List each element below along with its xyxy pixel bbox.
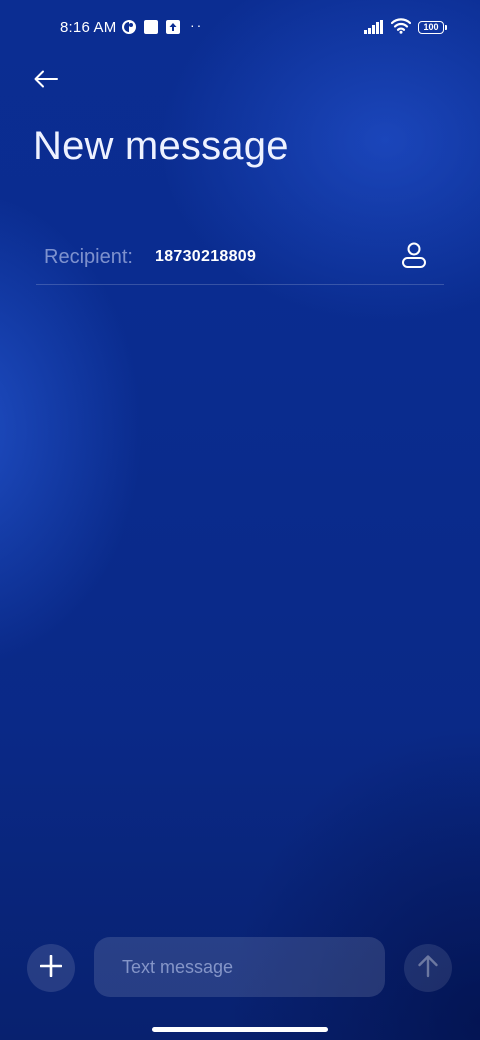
status-bar: 8:16 AM ·· 100	[0, 0, 480, 56]
upload-icon	[165, 19, 181, 40]
message-placeholder: Text message	[122, 956, 234, 977]
message-input[interactable]: Text message	[94, 937, 385, 997]
cloud-sync-icon	[121, 19, 137, 40]
recipient-field[interactable]: Recipient: 18730218809	[36, 234, 444, 285]
plus-icon	[39, 954, 63, 982]
send-arrow-up-icon	[417, 954, 439, 983]
send-button[interactable]	[404, 944, 452, 992]
contact-person-icon	[401, 241, 427, 274]
home-indicator[interactable]	[152, 1027, 328, 1032]
recipient-value[interactable]: 18730218809	[155, 248, 256, 266]
attach-button[interactable]	[27, 944, 75, 992]
more-notifications-dots: ··	[190, 17, 204, 33]
pick-contact-button[interactable]	[398, 240, 430, 274]
battery-icon: 100	[418, 21, 447, 34]
wifi-icon	[390, 18, 412, 39]
square-notification-icon	[143, 19, 159, 40]
back-button[interactable]	[28, 64, 64, 98]
back-arrow-icon	[33, 69, 59, 94]
signal-icon	[364, 20, 384, 39]
recipient-label: Recipient:	[44, 246, 133, 268]
page-title: New message	[33, 124, 289, 168]
status-time: 8:16 AM	[60, 19, 117, 36]
